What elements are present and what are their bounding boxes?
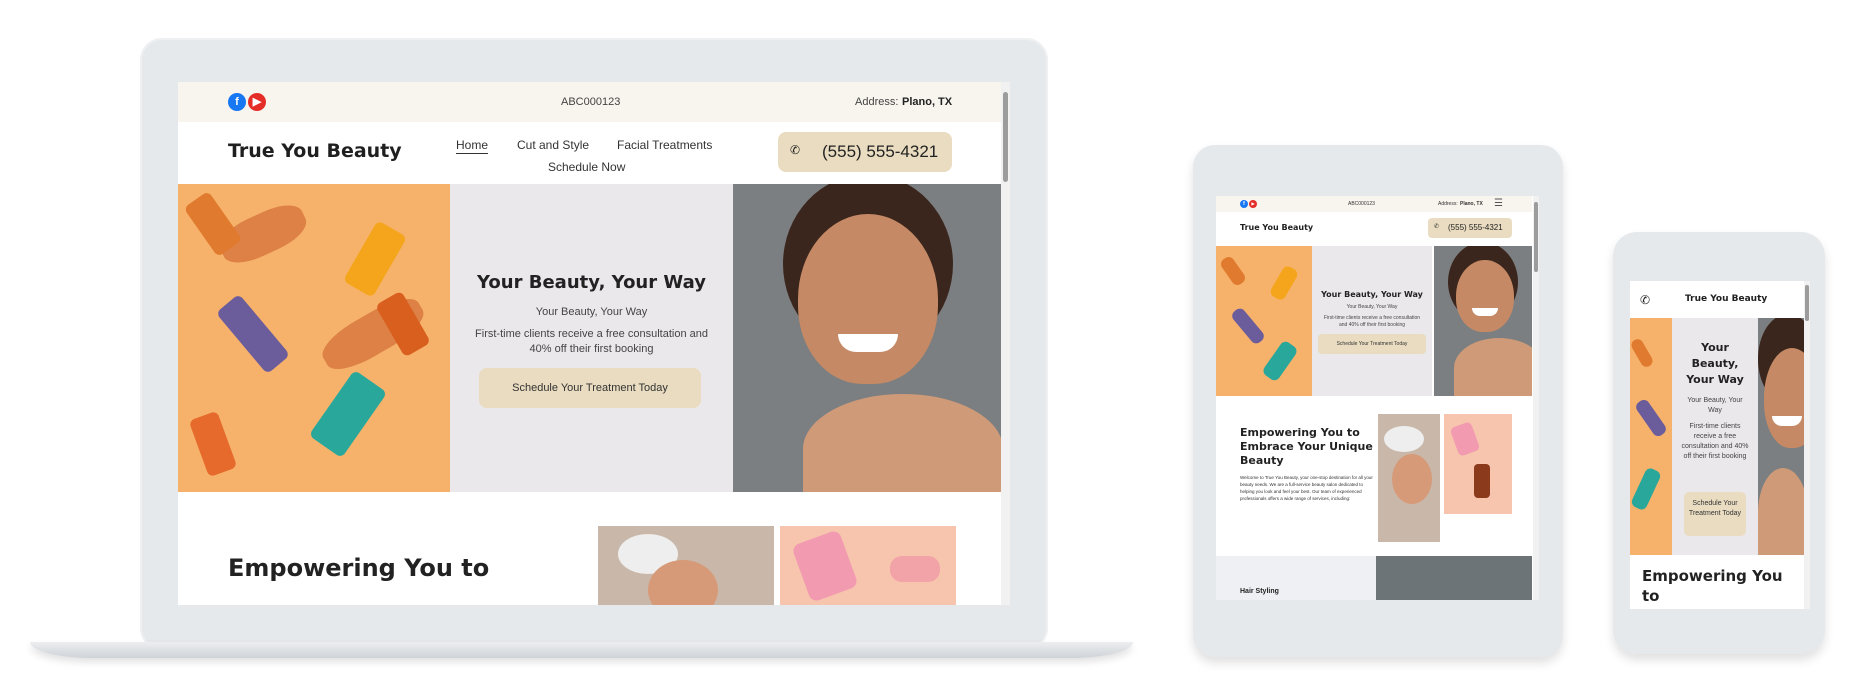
facial-treatment-image	[598, 526, 774, 605]
account-id: ABC000123	[561, 96, 621, 108]
account-id: ABC000123	[1348, 201, 1375, 207]
intro-title: Empowering You to Embrace Your Unique Be…	[1240, 426, 1373, 467]
hero-offer-text: First-time clients receive a free consul…	[1681, 423, 1749, 460]
phone-screen: ✆ True You Beauty Your Beauty, Your Way …	[1630, 281, 1810, 609]
tablet-nav: True You Beauty ✆ (555) 555-4321	[1216, 212, 1532, 244]
phone-button[interactable]: ✆ (555) 555-4321	[1428, 218, 1512, 238]
tablet-screen: f ▶ ABC000123 Address: Plano, TX ☰ True …	[1216, 196, 1539, 600]
facebook-icon[interactable]: f	[228, 93, 246, 111]
phone-icon: ✆	[1434, 224, 1440, 230]
hero-title: Your Beauty, Your Way	[1321, 290, 1423, 299]
hero-text-panel: Your Beauty, Your Way Your Beauty, Your …	[1312, 246, 1432, 396]
phone-button[interactable]: ✆ (555) 555-4321	[778, 132, 952, 172]
nav-facial-treatments[interactable]: Facial Treatments	[617, 138, 712, 152]
service-image	[1376, 556, 1532, 600]
schedule-treatment-button[interactable]: Schedule Your Treatment Today	[479, 368, 701, 408]
nav-home[interactable]: Home	[456, 138, 488, 152]
hero-subtitle: Your Beauty, Your Way	[1346, 304, 1398, 310]
hero-offer-text: First-time clients receive a free consul…	[475, 328, 708, 355]
hero-text-panel: Your Beauty, Your Way Your Beauty, Your …	[1672, 318, 1758, 555]
hero-section: Your Beauty, Your Way Your Beauty, Your …	[178, 184, 1001, 492]
services-section: Hair Styling	[1216, 556, 1532, 600]
address-value: Plano, TX	[1460, 201, 1483, 207]
intro-body: Welcome to True You Beauty, your one-sto…	[1240, 475, 1373, 501]
hero-woman-image	[733, 184, 1001, 492]
hamburger-menu-icon[interactable]: ☰	[1494, 198, 1503, 209]
phone-icon[interactable]: ✆	[1640, 293, 1650, 307]
phone-nav: ✆ True You Beauty	[1630, 281, 1804, 317]
laptop-base	[30, 642, 1133, 658]
laptop-screen: f ▶ ABC000123 Address: Plano, TX True Yo…	[178, 82, 1010, 605]
nav-cut-and-style[interactable]: Cut and Style	[517, 138, 589, 152]
brand-logo[interactable]: True You Beauty	[1685, 294, 1767, 304]
schedule-treatment-button[interactable]: Schedule Your Treatment Today	[1318, 334, 1426, 354]
schedule-treatment-button[interactable]: Schedule Your Treatment Today	[1684, 492, 1746, 536]
hero-woman-image	[1758, 318, 1804, 555]
hero-offer-text: First-time clients receive a free consul…	[1323, 315, 1421, 328]
hero-subtitle: Your Beauty, Your Way	[535, 306, 648, 318]
top-info-bar: f ▶ ABC000123 Address: Plano, TX	[178, 82, 1001, 122]
phone-icon: ✆	[790, 143, 801, 157]
intro-section: Empowering You to	[178, 492, 1001, 605]
address-label: Address:	[1438, 201, 1458, 207]
phone-scrollbar[interactable]	[1804, 281, 1810, 609]
laptop-scrollbar[interactable]	[1001, 82, 1010, 605]
brand-logo[interactable]: True You Beauty	[228, 140, 402, 162]
phone-number: (555) 555-4321	[1448, 223, 1503, 232]
address-value: Plano, TX	[902, 96, 953, 108]
service-hair-styling: Hair Styling	[1240, 588, 1279, 595]
hero-text-panel: Your Beauty, Your Way Your Beauty, Your …	[450, 184, 733, 492]
intro-text-block: Empowering You to Embrace Your Unique Be…	[1240, 426, 1375, 502]
tablet-scrollbar[interactable]	[1533, 196, 1539, 600]
hero-title: Your Beauty, Your Way	[477, 272, 706, 293]
intro-title: Empowering You to	[1642, 567, 1783, 605]
main-nav: True You Beauty Home Cut and Style Facia…	[178, 122, 1001, 184]
hero-woman-image	[1434, 246, 1532, 396]
facebook-icon[interactable]: f	[1240, 200, 1248, 208]
nav-schedule-now[interactable]: Schedule Now	[548, 160, 625, 174]
jade-roller-image	[780, 526, 956, 605]
hero-title: Your Beauty, Your Way	[1686, 341, 1744, 386]
hero-bottles-image	[1216, 246, 1312, 396]
address-label: Address:	[855, 96, 899, 108]
hero-bottles-image	[178, 184, 450, 492]
intro-title: Empowering You to	[228, 554, 490, 582]
brand-logo[interactable]: True You Beauty	[1240, 223, 1313, 232]
facial-treatment-image	[1378, 414, 1440, 542]
youtube-icon[interactable]: ▶	[1249, 200, 1257, 208]
hero-subtitle: Your Beauty, Your Way	[1687, 397, 1743, 414]
jade-roller-image	[1444, 414, 1512, 514]
phone-number: (555) 555-4321	[822, 142, 939, 161]
youtube-icon[interactable]: ▶	[248, 93, 266, 111]
hero-bottles-image	[1630, 318, 1672, 555]
tablet-topbar: f ▶ ABC000123 Address: Plano, TX ☰	[1216, 196, 1532, 212]
